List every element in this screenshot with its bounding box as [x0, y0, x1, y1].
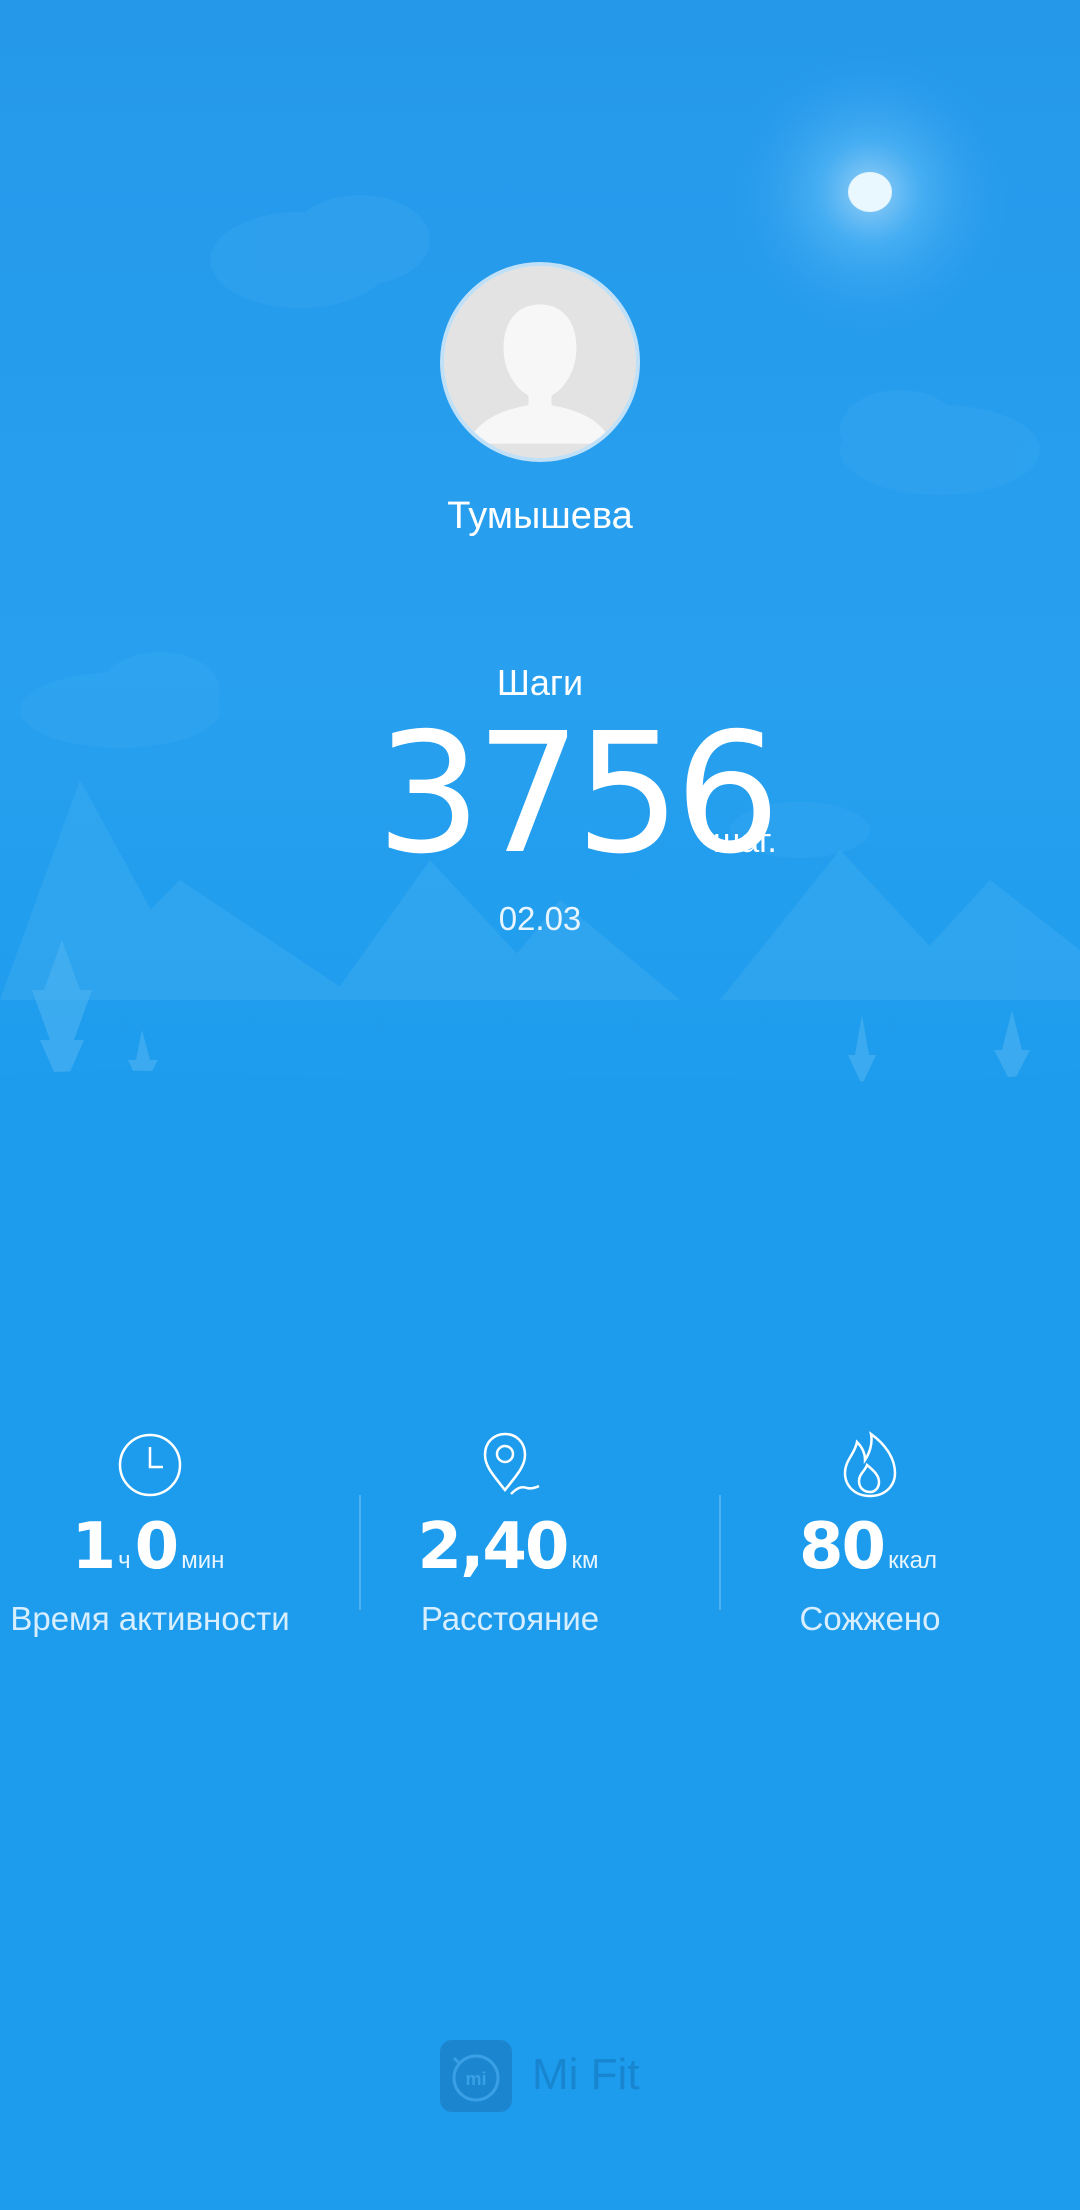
svg-text:mi: mi: [465, 2069, 486, 2089]
default-avatar-icon: [444, 266, 636, 458]
distance-unit: км: [571, 1547, 599, 1574]
steps-unit: шаг.: [713, 822, 777, 860]
activity-minutes-unit: мин: [181, 1547, 225, 1574]
calories-stat[interactable]: 80 ккал Сожжено: [690, 1430, 1050, 1650]
avatar[interactable]: [440, 262, 640, 462]
calories-value-row: 80 ккал: [690, 1510, 1050, 1584]
steps-date: 02.03: [498, 900, 582, 937]
activity-time-caption: Время активности: [10, 1600, 290, 1637]
ground: [0, 1070, 1080, 1120]
calories-value: 80: [799, 1510, 886, 1584]
sun: [848, 172, 892, 212]
username[interactable]: Тумышева: [0, 495, 1080, 538]
distance-value-row: 2,40 км: [330, 1510, 690, 1584]
app-name: Mi Fit: [532, 2050, 640, 2099]
activity-time-stat[interactable]: 1 ч0 мин Время активности: [0, 1430, 330, 1650]
flame-icon: [843, 1431, 897, 1498]
clock-icon: [118, 1433, 182, 1497]
app-branding: mi Mi Fit: [440, 2040, 700, 2116]
calories-caption: Сожжено: [799, 1600, 941, 1637]
calories-unit: ккал: [888, 1547, 937, 1574]
activity-time-value: 1 ч0 мин: [0, 1510, 330, 1584]
activity-hours-unit: ч: [118, 1547, 131, 1574]
distance-stat[interactable]: 2,40 км Расстояние: [330, 1430, 690, 1650]
activity-minutes: 0: [134, 1510, 180, 1584]
landscape-illustration: [0, 42, 1080, 1120]
mi-logo-icon: mi: [440, 2040, 512, 2112]
activity-hours: 1: [71, 1510, 117, 1584]
location-pin-icon: [483, 1432, 540, 1495]
distance-value: 2,40: [417, 1510, 570, 1584]
distance-caption: Расстояние: [420, 1600, 600, 1637]
